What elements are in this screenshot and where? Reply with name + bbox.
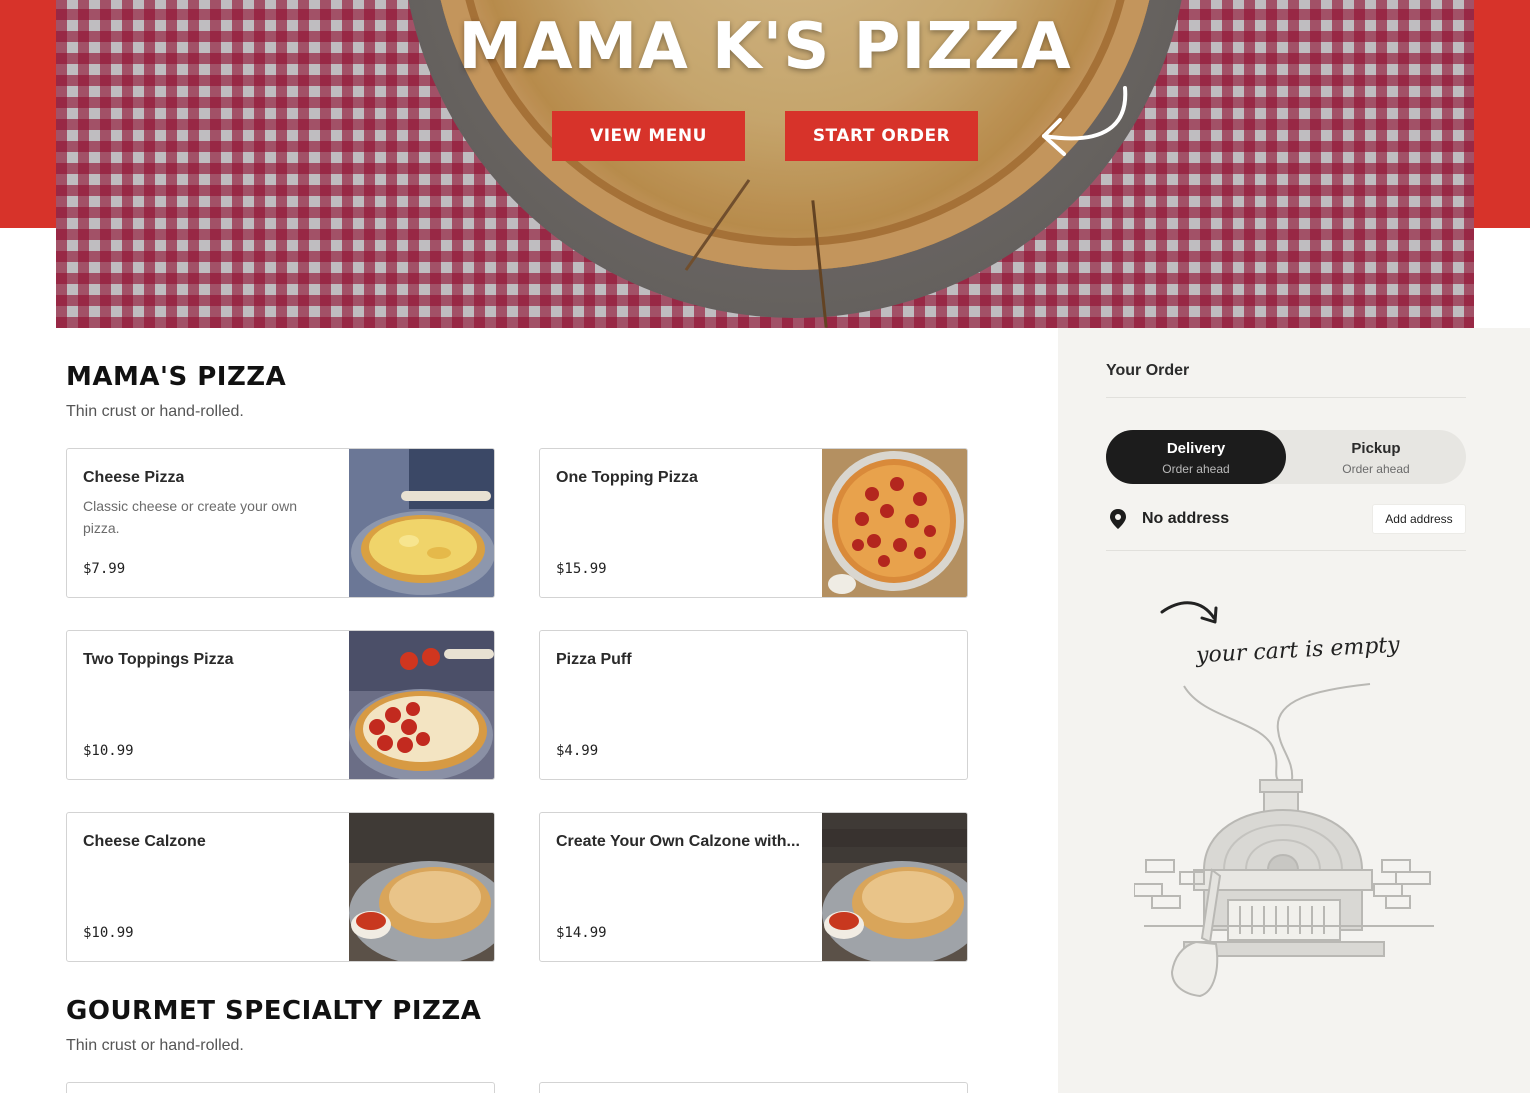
hand-drawn-arrow-icon: [1160, 601, 1218, 624]
cart-empty-message: your cart is empty: [1195, 632, 1401, 669]
half-pepperoni-pizza-photo: [349, 631, 494, 779]
menu-item-card[interactable]: [539, 1082, 968, 1093]
pickup-sub: Order ahead: [1342, 462, 1410, 476]
menu-item-price: $14.99: [556, 925, 607, 941]
menu-item-name: Create Your Own Calzone with...: [556, 833, 800, 850]
calzone-photo: [349, 813, 494, 961]
menu-item-price: $4.99: [556, 743, 599, 759]
delivery-option[interactable]: Delivery Order ahead: [1106, 430, 1286, 484]
cheese-pizza-photo: [349, 449, 494, 597]
menu-item-description: Classic cheese or create your own pizza.: [83, 498, 297, 536]
menu-item-name: Pizza Puff: [556, 651, 632, 668]
menu-item-price: $10.99: [83, 743, 134, 759]
delivery-sub: Order ahead: [1162, 462, 1230, 476]
start-order-button[interactable]: START ORDER: [785, 111, 978, 161]
divider: [1106, 550, 1466, 551]
location-pin-icon: [1110, 509, 1126, 529]
address-value: No address: [1142, 510, 1230, 527]
menu-item-card[interactable]: Create Your Own Calzone with... $14.99: [539, 812, 968, 962]
pickup-label: Pickup: [1351, 440, 1401, 457]
pickup-option[interactable]: Pickup Order ahead: [1286, 430, 1466, 484]
menu-item-name: Cheese Calzone: [83, 833, 206, 850]
menu-item-card[interactable]: Cheese Calzone $10.99: [66, 812, 495, 962]
menu-item-name: Cheese Pizza: [83, 469, 185, 486]
menu-item-card[interactable]: [66, 1082, 495, 1093]
menu-item-price: $15.99: [556, 561, 607, 577]
menu-item-card[interactable]: Two Toppings Pizza $10.99: [66, 630, 495, 780]
create-your-own-calzone-photo: [822, 813, 967, 961]
menu-item-card[interactable]: One Topping Pizza $15.99: [539, 448, 968, 598]
section-title: MAMA'S PIZZA: [66, 362, 287, 392]
pepperoni-pizza-photo: [822, 449, 967, 597]
section-description: Thin crust or hand-rolled.: [66, 403, 244, 420]
divider: [1106, 397, 1466, 398]
menu-item-name: One Topping Pizza: [556, 469, 698, 486]
view-menu-button[interactable]: VIEW MENU: [552, 111, 745, 161]
order-mode-toggle: Delivery Order ahead Pickup Order ahead: [1106, 430, 1466, 484]
menu-item-name: Two Toppings Pizza: [83, 651, 234, 668]
section-title: GOURMET SPECIALTY PIZZA: [66, 996, 482, 1026]
order-title: Your Order: [1106, 362, 1190, 379]
menu-item-card[interactable]: Cheese Pizza Classic cheese or create yo…: [66, 448, 495, 598]
menu-item-card[interactable]: Pizza Puff $4.99: [539, 630, 968, 780]
order-sidebar: Your Order Delivery Order ahead Pickup O…: [1058, 328, 1530, 1093]
menu-item-price: $7.99: [83, 561, 126, 577]
delivery-label: Delivery: [1166, 440, 1226, 457]
section-description: Thin crust or hand-rolled.: [66, 1037, 244, 1054]
pizza-oven-illustration: [1134, 683, 1434, 998]
restaurant-title: MAMA K'S PIZZA: [458, 10, 1072, 84]
curved-arrow-icon: [1042, 86, 1128, 156]
menu-item-price: $10.99: [83, 925, 134, 941]
add-address-button[interactable]: Add address: [1372, 504, 1466, 534]
